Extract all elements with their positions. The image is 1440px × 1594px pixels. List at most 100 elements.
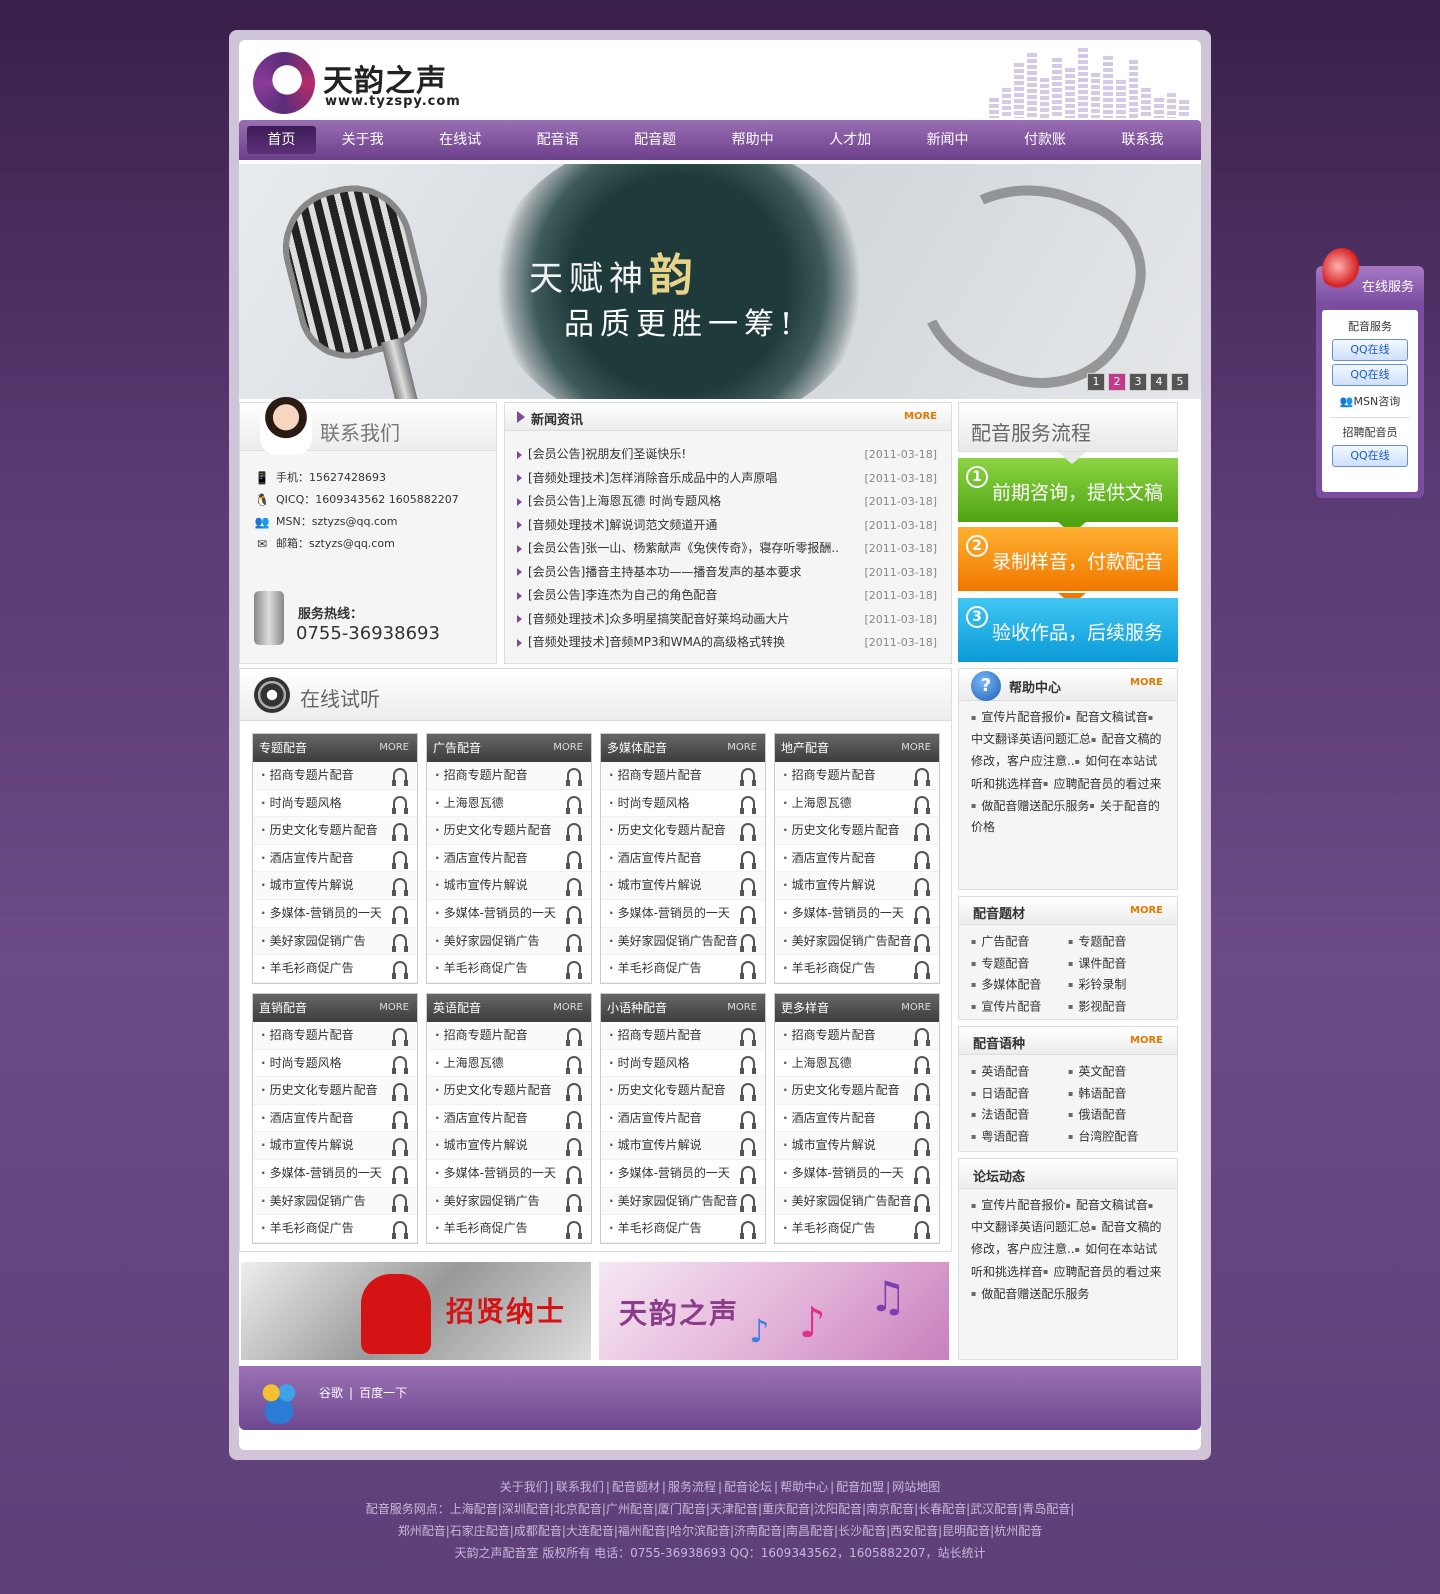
sample-item[interactable]: 酒店宣传片配音 (253, 1104, 417, 1133)
headphone-icon[interactable] (740, 1221, 756, 1240)
sample-item[interactable]: 酒店宣传片配音 (601, 1104, 765, 1133)
side-list-item[interactable]: 做配音赠送配乐服务 (971, 1287, 1089, 1301)
headphone-icon[interactable] (740, 1083, 756, 1102)
headphone-icon[interactable] (740, 850, 756, 869)
headphone-icon[interactable] (392, 1165, 408, 1184)
sample-item[interactable]: 时尚专题风格 (601, 1049, 765, 1078)
headphone-icon[interactable] (740, 1138, 756, 1157)
headphone-icon[interactable] (566, 905, 582, 924)
sample-item[interactable]: 历史文化专题片配音 (253, 1077, 417, 1105)
logo[interactable]: 天韵之声 www.tyzspy.com (253, 52, 468, 114)
headphone-icon[interactable] (914, 878, 930, 897)
sample-item[interactable]: 酒店宣传片配音 (601, 844, 765, 873)
headphone-icon[interactable] (566, 823, 582, 842)
banner-page-3[interactable]: 3 (1129, 373, 1147, 391)
banner-page-4[interactable]: 4 (1150, 373, 1168, 391)
headphone-icon[interactable] (566, 1055, 582, 1074)
sample-item[interactable]: 美好家园促销广告 (427, 1187, 591, 1216)
sample-item[interactable]: 羊毛衫商促广告 (427, 955, 591, 983)
banner-page-2[interactable]: 2 (1108, 373, 1126, 391)
side-grid-item[interactable]: 广告配音 (971, 931, 1068, 953)
sample-item[interactable]: 招商专题片配音 (253, 1022, 417, 1050)
sample-item[interactable]: 历史文化专题片配音 (601, 817, 765, 845)
sample-item[interactable]: 招商专题片配音 (427, 1022, 591, 1050)
sample-item[interactable]: 多媒体-营销员的一天 (253, 1159, 417, 1188)
qq-online-button-1[interactable]: QQ在线 (1332, 339, 1408, 361)
footer-link[interactable]: 网站地图 (892, 1480, 940, 1494)
news-more-link[interactable]: MORE (904, 411, 937, 422)
side-list-item[interactable]: 配音文稿试音 (1065, 710, 1147, 724)
sample-item[interactable]: 招商专题片配音 (601, 762, 765, 790)
headphone-icon[interactable] (740, 768, 756, 786)
side-grid-item[interactable]: 彩铃录制 (1068, 974, 1165, 996)
nav-item-6[interactable]: 人才加盟 (811, 126, 900, 176)
sample-item[interactable]: 上海恩瓦德 (427, 789, 591, 818)
headphone-icon[interactable] (566, 850, 582, 869)
sample-item[interactable]: 城市宣传片解说 (775, 1132, 939, 1160)
headphone-icon[interactable] (740, 1165, 756, 1184)
sample-item[interactable]: 美好家园促销广告 (427, 927, 591, 956)
banner-page-1[interactable]: 1 (1087, 373, 1105, 391)
headphone-icon[interactable] (740, 795, 756, 814)
sample-item[interactable]: 上海恩瓦德 (775, 1049, 939, 1078)
sample-item[interactable]: 多媒体-营销员的一天 (427, 899, 591, 928)
headphone-icon[interactable] (566, 1028, 582, 1046)
help-more-link[interactable]: MORE (1130, 677, 1163, 688)
footer-link[interactable]: 联系我们 (556, 1480, 604, 1494)
headphone-icon[interactable] (566, 1110, 582, 1129)
news-item-title[interactable]: [会员公告]张一山、杨紫献声《兔侠传奇》，寝存听零报酬.. (517, 537, 839, 561)
sample-item[interactable]: 酒店宣传片配音 (427, 844, 591, 873)
link-google[interactable]: 谷歌 (319, 1386, 343, 1400)
sample-item[interactable]: 历史文化专题片配音 (427, 817, 591, 845)
side-list-item[interactable]: 宣传片配音报价 (971, 710, 1065, 724)
sample-item[interactable]: 多媒体-营销员的一天 (427, 1159, 591, 1188)
sample-item[interactable]: 羊毛衫商促广告 (775, 1215, 939, 1243)
nav-item-1[interactable]: 关于我们 (324, 126, 413, 176)
headphone-icon[interactable] (392, 1193, 408, 1212)
footer-link[interactable]: 配音题材 (612, 1480, 660, 1494)
nav-item-5[interactable]: 帮助中心 (714, 126, 803, 176)
headphone-icon[interactable] (566, 961, 582, 980)
headphone-icon[interactable] (914, 1110, 930, 1129)
footer-link[interactable]: 配音加盟 (836, 1480, 884, 1494)
headphone-icon[interactable] (740, 1055, 756, 1074)
sample-item[interactable]: 城市宣传片解说 (775, 872, 939, 900)
headphone-icon[interactable] (392, 878, 408, 897)
sample-item[interactable]: 历史文化专题片配音 (775, 817, 939, 845)
headphone-icon[interactable] (566, 1165, 582, 1184)
headphone-icon[interactable] (392, 1083, 408, 1102)
headphone-icon[interactable] (740, 905, 756, 924)
side-grid-item[interactable]: 粤语配音 (971, 1126, 1068, 1148)
headphone-icon[interactable] (914, 1028, 930, 1046)
side-list-item[interactable]: 应聘配音员的看过来 (1043, 777, 1161, 791)
sample-item[interactable]: 招商专题片配音 (253, 762, 417, 790)
news-item[interactable]: [会员公告]祝朋友们圣诞快乐! [2011-03-18] (517, 443, 937, 467)
news-item-title[interactable]: [会员公告]播音主持基本功——播音发声的基本要求 (517, 561, 801, 585)
side-grid-item[interactable]: 多媒体配音 (971, 974, 1068, 996)
sample-item[interactable]: 城市宣传片解说 (601, 1132, 765, 1160)
headphone-icon[interactable] (566, 795, 582, 814)
nav-item-0[interactable]: 首页 (247, 126, 316, 154)
headphone-icon[interactable] (914, 1193, 930, 1212)
sample-item[interactable]: 美好家园促销广告配音 (775, 1187, 939, 1216)
nav-item-4[interactable]: 配音题材 (616, 126, 705, 176)
headphone-icon[interactable] (392, 961, 408, 980)
category-more-link[interactable]: MORE (553, 734, 583, 762)
side-list-item[interactable]: 应聘配音员的看过来 (1043, 1265, 1161, 1279)
headphone-icon[interactable] (566, 878, 582, 897)
headphone-icon[interactable] (914, 850, 930, 869)
side-list-item[interactable]: 做配音赠送配乐服务 (971, 799, 1089, 813)
sample-item[interactable]: 时尚专题风格 (601, 789, 765, 818)
msn-consult-link[interactable]: 👥MSN咨询 (1322, 389, 1418, 415)
nav-item-7[interactable]: 新闻中心 (909, 126, 998, 176)
category-more-link[interactable]: MORE (727, 734, 757, 762)
sample-item[interactable]: 羊毛衫商促广告 (427, 1215, 591, 1243)
sample-item[interactable]: 上海恩瓦德 (775, 789, 939, 818)
sample-item[interactable]: 羊毛衫商促广告 (775, 955, 939, 983)
headphone-icon[interactable] (914, 905, 930, 924)
news-item[interactable]: [音频处理技术]怎样消除音乐成品中的人声原唱 [2011-03-18] (517, 467, 937, 491)
sample-item[interactable]: 羊毛衫商促广告 (253, 1215, 417, 1243)
news-item[interactable]: [音频处理技术]众多明星搞笑配音好莱坞动画大片 [2011-03-18] (517, 608, 937, 632)
sample-item[interactable]: 城市宣传片解说 (253, 1132, 417, 1160)
headphone-icon[interactable] (392, 850, 408, 869)
